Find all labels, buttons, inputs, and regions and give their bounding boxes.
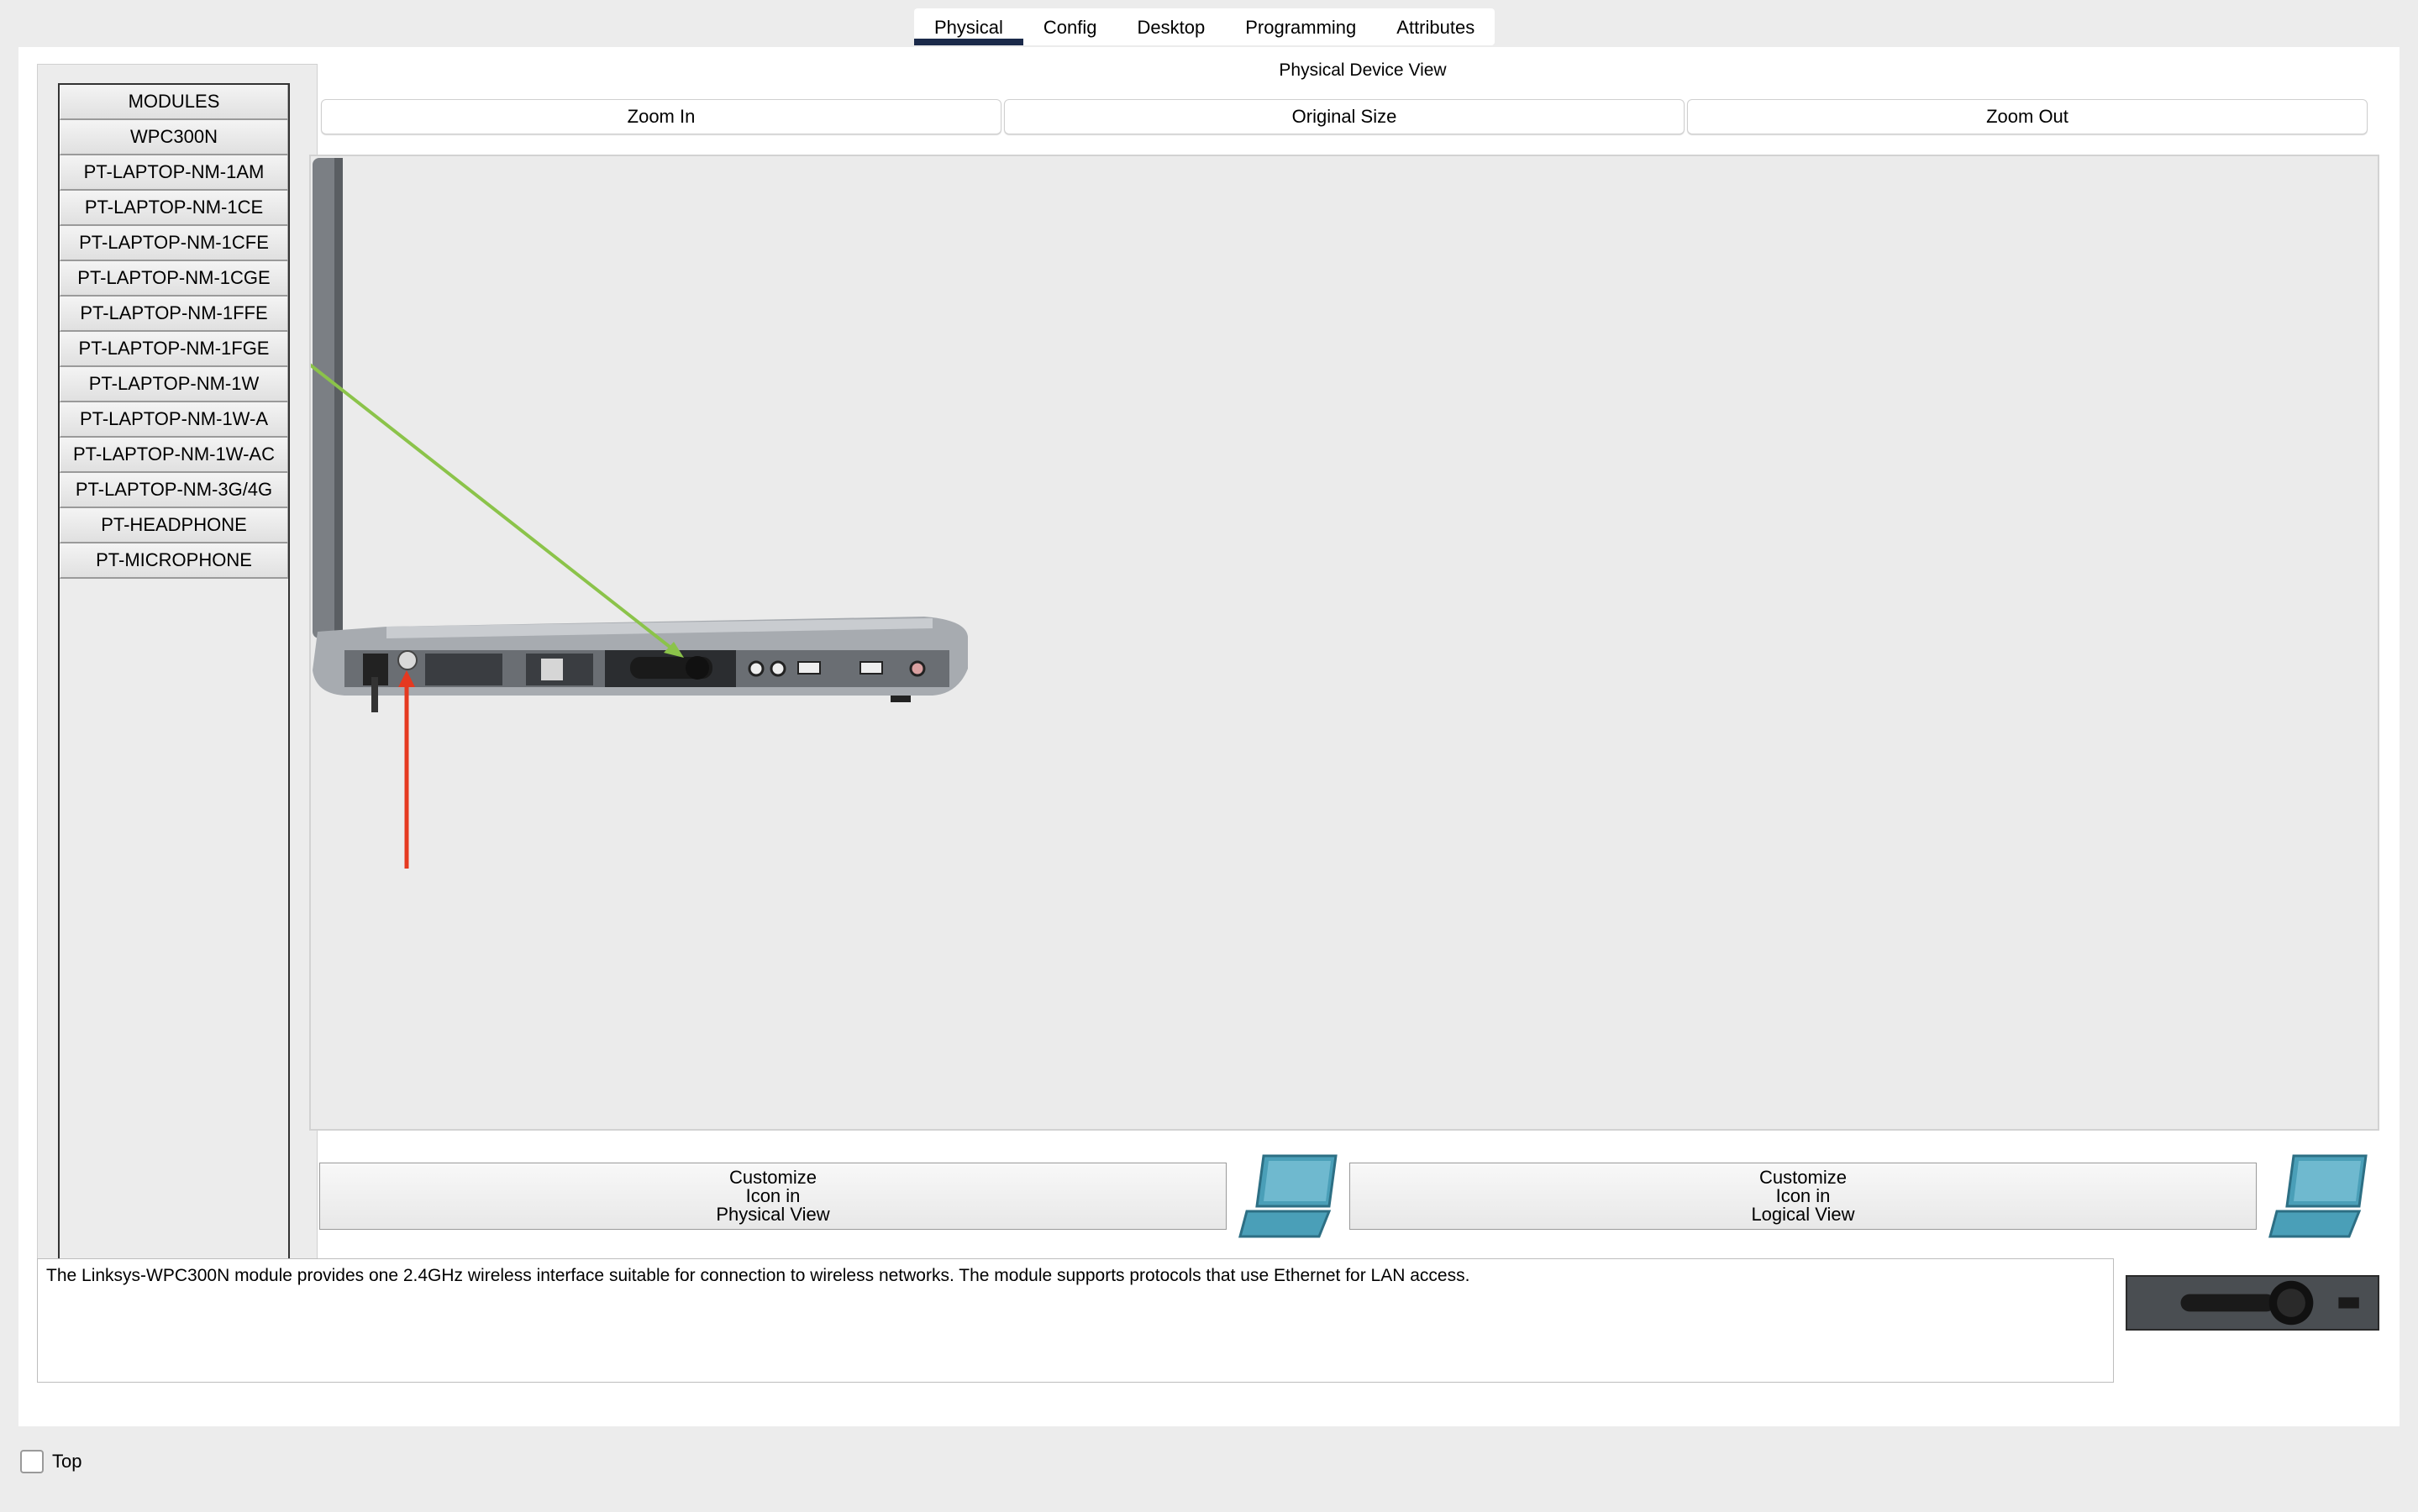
tab-desktop[interactable]: Desktop [1117, 8, 1226, 45]
green-annotation-arrow [0, 119, 679, 654]
tab-bar: Physical Config Desktop Programming Attr… [914, 8, 1495, 45]
module-item-3g4g[interactable]: PT-LAPTOP-NM-3G/4G [60, 473, 288, 508]
module-item-1ce[interactable]: PT-LAPTOP-NM-1CE [60, 191, 288, 226]
customize-physical-view-button[interactable]: Customize Icon in Physical View [319, 1163, 1227, 1230]
customize-physical-line2: Icon in [745, 1185, 801, 1206]
physical-device-canvas[interactable] [0, 119, 2379, 1131]
laptop-side-view [0, 119, 968, 869]
tab-attributes[interactable]: Attributes [1376, 8, 1495, 45]
module-item-microphone[interactable]: PT-MICROPHONE [60, 543, 288, 579]
top-checkbox-label: Top [52, 1451, 82, 1472]
module-item-1w-a[interactable]: PT-LAPTOP-NM-1W-A [60, 402, 288, 438]
customize-logical-line3: Logical View [1751, 1204, 1855, 1225]
module-description: The Linksys-WPC300N module provides one … [37, 1258, 2114, 1383]
zoom-in-button[interactable]: Zoom In [321, 99, 1001, 134]
customize-logical-line2: Icon in [1775, 1185, 1831, 1206]
laptop-icon[interactable] [2268, 1152, 2369, 1240]
vent-grille [425, 654, 502, 685]
tab-config[interactable]: Config [1023, 8, 1117, 45]
tab-programming[interactable]: Programming [1225, 8, 1376, 45]
customize-physical-line3: Physical View [716, 1204, 830, 1225]
module-item-headphone[interactable]: PT-HEADPHONE [60, 508, 288, 543]
module-item-1cfe[interactable]: PT-LAPTOP-NM-1CFE [60, 226, 288, 261]
modules-header: MODULES [60, 85, 288, 120]
modules-panel: MODULES WPC300N PT-LAPTOP-NM-1AM PT-LAPT… [37, 64, 318, 1293]
physical-device-view-title: Physical Device View [1279, 60, 1447, 80]
original-size-button[interactable]: Original Size [1004, 99, 1685, 134]
top-checkbox[interactable] [20, 1450, 44, 1473]
wireless-card-icon [2126, 1275, 2379, 1331]
module-item-1w-ac[interactable]: PT-LAPTOP-NM-1W-AC [60, 438, 288, 473]
module-item-1ffe[interactable]: PT-LAPTOP-NM-1FFE [60, 297, 288, 332]
laptop-icon[interactable] [1238, 1152, 1339, 1240]
zoom-out-button[interactable]: Zoom Out [1687, 99, 2368, 134]
modules-list: MODULES WPC300N PT-LAPTOP-NM-1AM PT-LAPT… [58, 83, 290, 1266]
module-item-1fge[interactable]: PT-LAPTOP-NM-1FGE [60, 332, 288, 367]
customize-logical-view-button[interactable]: Customize Icon in Logical View [1349, 1163, 2257, 1230]
module-item-1cge[interactable]: PT-LAPTOP-NM-1CGE [60, 261, 288, 297]
customize-physical-line1: Customize [729, 1167, 817, 1188]
module-item-1am[interactable]: PT-LAPTOP-NM-1AM [60, 155, 288, 191]
customize-logical-line1: Customize [1759, 1167, 1847, 1188]
tab-physical[interactable]: Physical [914, 8, 1023, 45]
physical-panel: MODULES WPC300N PT-LAPTOP-NM-1AM PT-LAPT… [0, 47, 2400, 1426]
module-item-1w[interactable]: PT-LAPTOP-NM-1W [60, 367, 288, 402]
module-item-wpc300n[interactable]: WPC300N [60, 120, 288, 155]
module-slot-round[interactable] [397, 650, 418, 670]
